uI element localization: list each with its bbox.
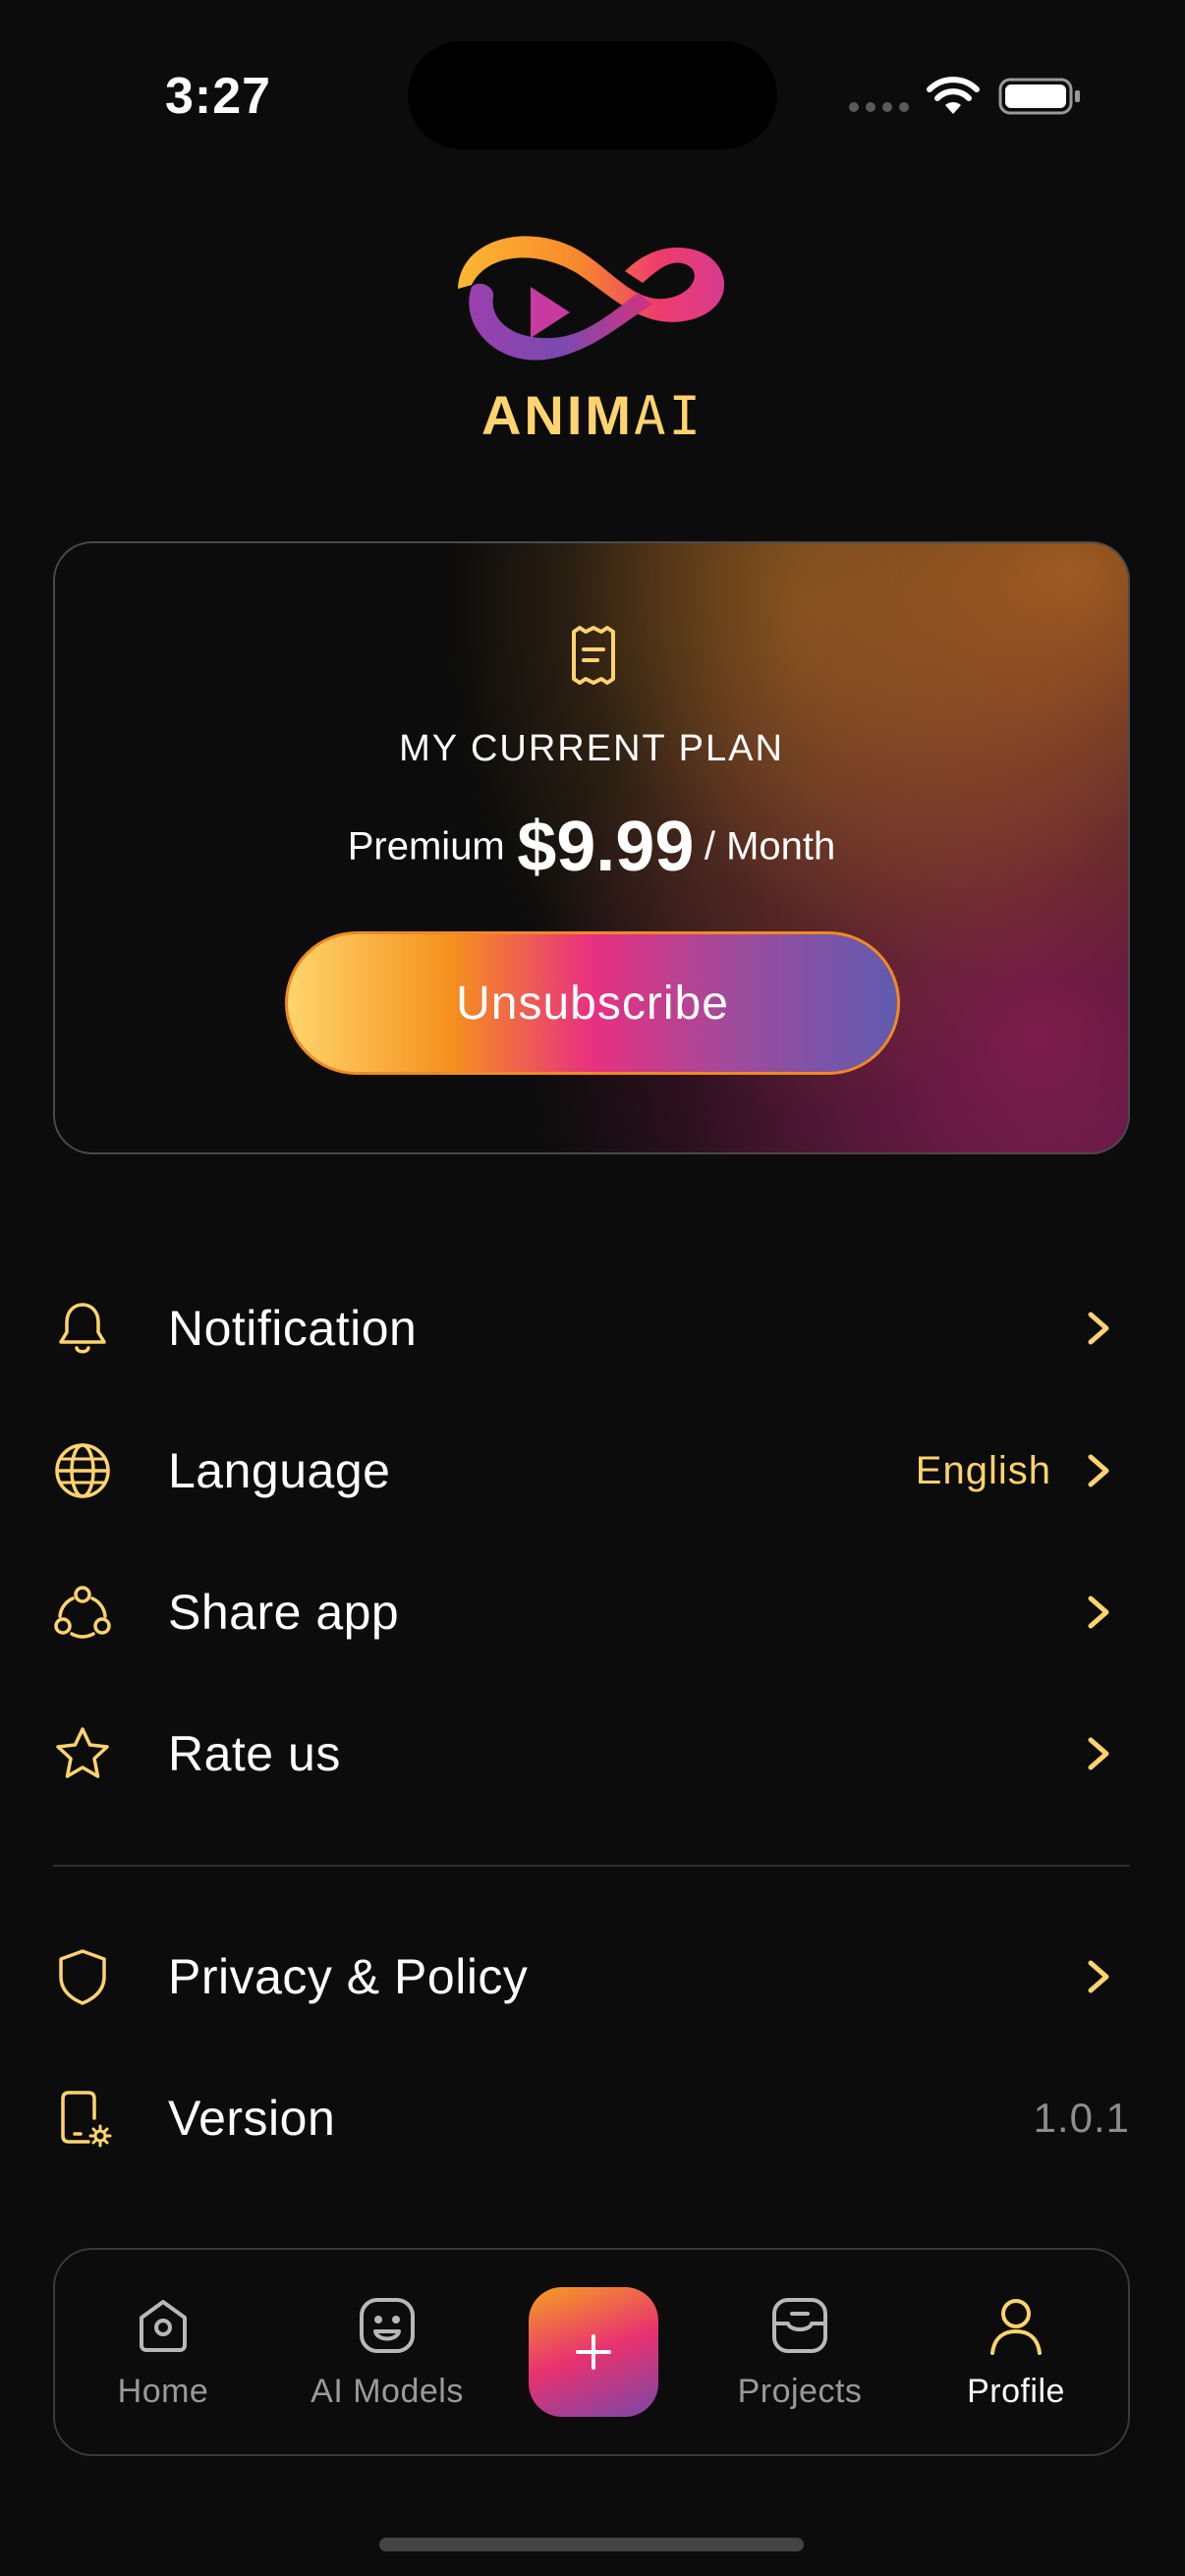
chevron-right-icon — [1088, 1454, 1109, 1487]
nav-item-projects[interactable]: Projects — [702, 2250, 898, 2454]
settings-item-label: Share app — [168, 1585, 400, 1640]
brand-wordmark-bold: ANIM — [480, 384, 635, 446]
nav-label: Home — [117, 2372, 209, 2410]
plan-period: / Month — [704, 824, 836, 868]
language-value: English — [915, 1448, 1051, 1492]
plan-name: Premium — [347, 824, 505, 868]
cellular-signal-icon — [849, 102, 909, 112]
settings-item-label: Rate us — [168, 1726, 341, 1781]
nav-label: Profile — [967, 2372, 1065, 2410]
create-button[interactable] — [529, 2287, 658, 2417]
nav-item-profile[interactable]: Profile — [918, 2250, 1114, 2454]
version-value: 1.0.1 — [1033, 2095, 1130, 2141]
brand-wordmark: ANIMAI — [0, 383, 1185, 447]
settings-item-share[interactable]: Share app — [53, 1558, 1130, 1666]
current-plan-card: MY CURRENT PLAN Premium $9.99 / Month Un… — [53, 541, 1130, 1154]
plan-price-row: Premium $9.99 / Month — [55, 807, 1128, 887]
share-icon — [54, 1586, 111, 1639]
chevron-right-icon — [1088, 1737, 1109, 1770]
settings-item-privacy[interactable]: Privacy & Policy — [53, 1923, 1130, 2031]
plan-heading: MY CURRENT PLAN — [399, 728, 784, 769]
bottom-navigation-bar: Home AI Models Projects Profile — [53, 2248, 1130, 2456]
settings-divider — [53, 1865, 1130, 1867]
settings-item-language[interactable]: Language English — [53, 1417, 1130, 1525]
battery-icon — [998, 78, 1080, 115]
phone-settings-icon — [61, 2091, 112, 2148]
brand-wordmark-light: AI — [634, 385, 705, 447]
nav-label: Projects — [737, 2372, 863, 2410]
settings-item-version: Version 1.0.1 — [53, 2064, 1130, 2172]
settings-item-rate[interactable]: Rate us — [53, 1700, 1130, 1808]
receipt-icon — [572, 626, 615, 685]
chevron-right-icon — [1088, 1960, 1109, 1993]
nav-label: AI Models — [310, 2372, 464, 2410]
settings-item-label: Privacy & Policy — [168, 1949, 529, 2004]
bell-icon — [59, 1303, 106, 1354]
chevron-right-icon — [1088, 1596, 1109, 1629]
settings-item-label: Language — [168, 1443, 391, 1498]
home-indicator[interactable] — [379, 2538, 804, 2551]
user-icon — [990, 2298, 1042, 2355]
animai-logo-icon — [458, 236, 725, 361]
unsubscribe-button[interactable]: Unsubscribe — [285, 931, 900, 1075]
home-icon — [140, 2299, 187, 2352]
plus-icon — [576, 2334, 611, 2370]
chevron-right-icon — [1088, 1312, 1109, 1345]
plan-price: $9.99 — [517, 808, 695, 886]
dynamic-island — [408, 41, 777, 149]
wifi-icon — [927, 77, 980, 114]
status-time: 3:27 — [165, 68, 272, 125]
shield-icon — [59, 1949, 106, 2005]
settings-item-label: Notification — [168, 1301, 418, 1356]
nav-item-ai-models[interactable]: AI Models — [279, 2250, 495, 2454]
settings-item-notification[interactable]: Notification — [53, 1274, 1130, 1382]
robot-face-icon — [360, 2297, 415, 2353]
globe-icon — [55, 1443, 110, 1498]
nav-item-home[interactable]: Home — [65, 2250, 261, 2454]
inbox-icon — [772, 2297, 827, 2353]
settings-item-label: Version — [168, 2091, 336, 2146]
star-icon — [56, 1727, 109, 1778]
